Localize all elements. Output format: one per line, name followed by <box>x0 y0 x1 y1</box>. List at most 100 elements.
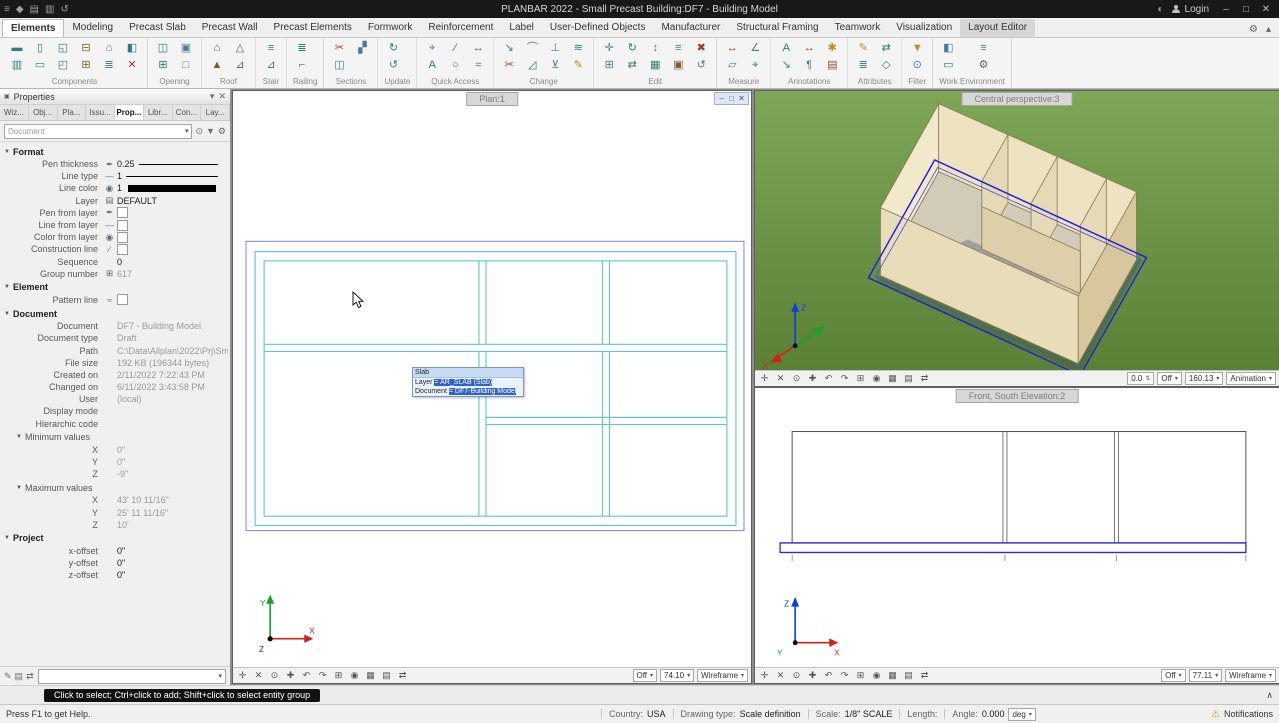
previous-view-icon[interactable]: ↶ <box>822 670 835 681</box>
properties-tab-con[interactable]: Con... <box>173 105 202 120</box>
minimize-viewport-icon[interactable]: – <box>717 93 726 104</box>
arrange-icon[interactable]: ⇄ <box>918 670 931 681</box>
undo-edit-icon[interactable]: ↺ <box>690 58 712 73</box>
view-menu-icon[interactable]: ✛ <box>758 670 771 681</box>
rotate-icon[interactable]: ↻ <box>621 41 643 56</box>
viewport-elevation[interactable]: Front, South Elevation:2 Z X <box>754 387 1279 684</box>
new-document-icon[interactable]: ▤ <box>30 4 39 15</box>
note-icon[interactable]: ▤ <box>821 58 843 73</box>
scale-combo[interactable]: 74.10▾ <box>660 669 694 682</box>
menu-tab-formwork[interactable]: Formwork <box>360 19 420 37</box>
property-value[interactable]: DF7 - Building Model <box>117 321 228 331</box>
property-value[interactable]: 0" <box>117 457 228 467</box>
ramp-icon[interactable]: ⊿ <box>260 58 282 73</box>
property-value[interactable]: -9" <box>117 469 228 479</box>
property-value[interactable]: 0" <box>117 558 228 568</box>
storey-icon[interactable]: ≣ <box>98 58 120 73</box>
tag-icon[interactable]: ◇ <box>875 58 897 73</box>
zoom-in-icon[interactable]: ✚ <box>806 373 819 384</box>
recess-icon[interactable]: ▣ <box>175 41 197 56</box>
next-view-icon[interactable]: ↷ <box>838 670 851 681</box>
property-settings-icon[interactable]: ⚙ <box>218 126 226 137</box>
reference-scale-spinner[interactable]: 0.0⇅ <box>1127 372 1154 385</box>
open-project-icon[interactable]: ▥ <box>45 4 54 15</box>
copy-content-icon[interactable]: ⊞ <box>854 670 867 681</box>
grid-view-icon[interactable]: ▦ <box>886 373 899 384</box>
trim-icon[interactable]: ✂ <box>498 58 520 73</box>
stretch-icon[interactable]: ↘ <box>498 41 520 56</box>
property-subsection-maximum-values[interactable]: ▼Maximum values <box>2 481 228 494</box>
zoom-in-icon[interactable]: ✚ <box>806 670 819 681</box>
match-icon[interactable]: ⊙ <box>906 58 928 73</box>
measure-angle-icon[interactable]: ∠ <box>744 41 766 56</box>
previous-view-icon[interactable]: ↶ <box>822 373 835 384</box>
downstand-beam-icon[interactable]: ▭ <box>29 58 51 73</box>
delete-icon[interactable]: ✖ <box>690 41 712 56</box>
properties-tab-issu[interactable]: Issu... <box>86 105 115 120</box>
maximize-icon[interactable]: □ <box>1237 4 1255 15</box>
grid-view-icon[interactable]: ▦ <box>886 670 899 681</box>
property-value[interactable]: 192 KB (196344 bytes) <box>117 358 228 368</box>
measure-icon[interactable]: ⌖ <box>421 41 443 56</box>
plate-icon[interactable]: ◰ <box>52 58 74 73</box>
zoom-section-icon[interactable]: ⊙ <box>790 670 803 681</box>
measure-area-icon[interactable]: ▱ <box>721 58 743 73</box>
property-value[interactable]: C:\Data\Allplan\2022\Prj\Smal <box>117 346 228 356</box>
viewport-plan[interactable]: Plan:1 –□✕ Y <box>232 90 752 684</box>
dormer-icon[interactable]: ⊿ <box>229 58 251 73</box>
notifications-button[interactable]: ⚠ Notifications <box>1211 709 1273 720</box>
scale-combo[interactable]: 160.13▾ <box>1185 372 1223 385</box>
roof-frame-icon[interactable]: ⌂ <box>206 41 228 56</box>
property-value[interactable]: 1 <box>117 183 228 193</box>
elevation-slab-selected[interactable] <box>780 543 1246 553</box>
restore-viewport-icon[interactable]: □ <box>727 93 736 104</box>
dimension-icon[interactable]: ↔ <box>467 41 489 56</box>
assign-attribute-icon[interactable]: ✎ <box>852 41 874 56</box>
menu-tab-precast-elements[interactable]: Precast Elements <box>266 19 360 37</box>
property-value[interactable]: 0.25 <box>117 159 228 169</box>
properties-tab-lay[interactable]: Lay... <box>201 105 230 120</box>
checkbox[interactable] <box>117 294 128 305</box>
close-view-icon[interactable]: ✕ <box>774 670 787 681</box>
modify-icon[interactable]: ✎ <box>567 58 589 73</box>
property-section-format[interactable]: ▼Format <box>2 145 228 158</box>
property-value[interactable]: 0" <box>117 546 228 556</box>
menu-tab-reinforcement[interactable]: Reinforcement <box>420 19 501 37</box>
favorites-icon[interactable]: ▤ <box>15 671 24 682</box>
close-viewport-icon[interactable]: ✕ <box>737 93 746 104</box>
transfer-attribute-icon[interactable]: ⇄ <box>875 41 897 56</box>
arrange-icon[interactable]: ⇄ <box>396 670 409 681</box>
measure-length-icon[interactable]: ↔ <box>721 41 743 56</box>
strip-foundation-icon[interactable]: ⊞ <box>75 58 97 73</box>
label-icon[interactable]: A <box>775 41 797 56</box>
property-value[interactable]: 0" <box>117 445 228 455</box>
view-menu-icon[interactable]: ✛ <box>236 670 249 681</box>
wall-icon[interactable]: ▬ <box>6 41 28 56</box>
viewport-plan-title[interactable]: Plan:1 <box>466 92 518 106</box>
close-panel-icon[interactable]: ✕ <box>218 91 226 102</box>
edit-properties-icon[interactable]: ✎ <box>4 671 12 682</box>
properties-tab-libr[interactable]: Libr... <box>144 105 173 120</box>
railing-icon[interactable]: ≣ <box>291 41 313 56</box>
sync-icon[interactable]: ⇄ <box>26 671 34 682</box>
render-view-icon[interactable]: ◉ <box>870 373 883 384</box>
property-section-project[interactable]: ▼Project <box>2 532 228 545</box>
menu-tab-elements[interactable]: Elements <box>2 19 64 37</box>
layers-icon[interactable]: ≡ <box>973 41 995 56</box>
app-logo-icon[interactable]: ◆ <box>16 4 24 15</box>
section-view-icon[interactable]: ◫ <box>328 58 350 73</box>
menu-tab-precast-wall[interactable]: Precast Wall <box>194 19 266 37</box>
zoom-section-icon[interactable]: ⊙ <box>268 670 281 681</box>
minimize-icon[interactable]: – <box>1217 4 1235 15</box>
app-menu-icon[interactable]: ≡ <box>4 4 10 15</box>
viewport-perspective[interactable]: Central perspective:3 <box>754 90 1279 387</box>
property-value[interactable]: 43' 10 11/16" <box>117 495 228 505</box>
display-mode-icon[interactable]: ◐ <box>1157 4 1163 15</box>
properties-favorite-combo[interactable]: ▾ <box>38 669 226 684</box>
next-view-icon[interactable]: ↷ <box>316 670 329 681</box>
workspace-icon[interactable]: ◧ <box>937 41 959 56</box>
foundation-icon[interactable]: ⊟ <box>75 41 97 56</box>
dimension-line-icon[interactable]: ↔ <box>798 41 820 56</box>
profile-wall-icon[interactable]: ▥ <box>6 58 28 73</box>
property-value[interactable]: 10' <box>117 520 228 530</box>
